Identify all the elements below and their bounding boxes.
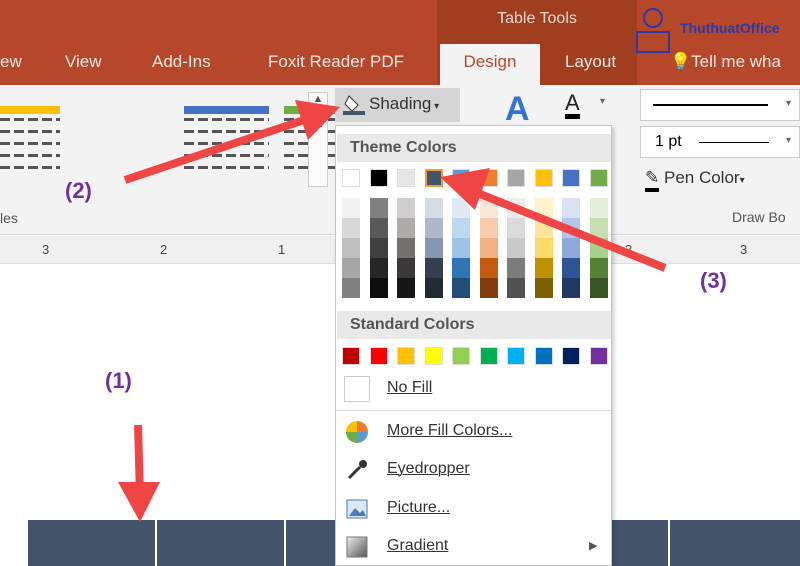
annotation-3: (3) <box>700 268 727 293</box>
arrow-2 <box>123 114 312 184</box>
annotation-arrows <box>118 100 667 522</box>
arrow-3 <box>468 186 667 272</box>
annotation-1: (1) <box>105 368 132 393</box>
annotation-2: (2) <box>65 178 92 203</box>
